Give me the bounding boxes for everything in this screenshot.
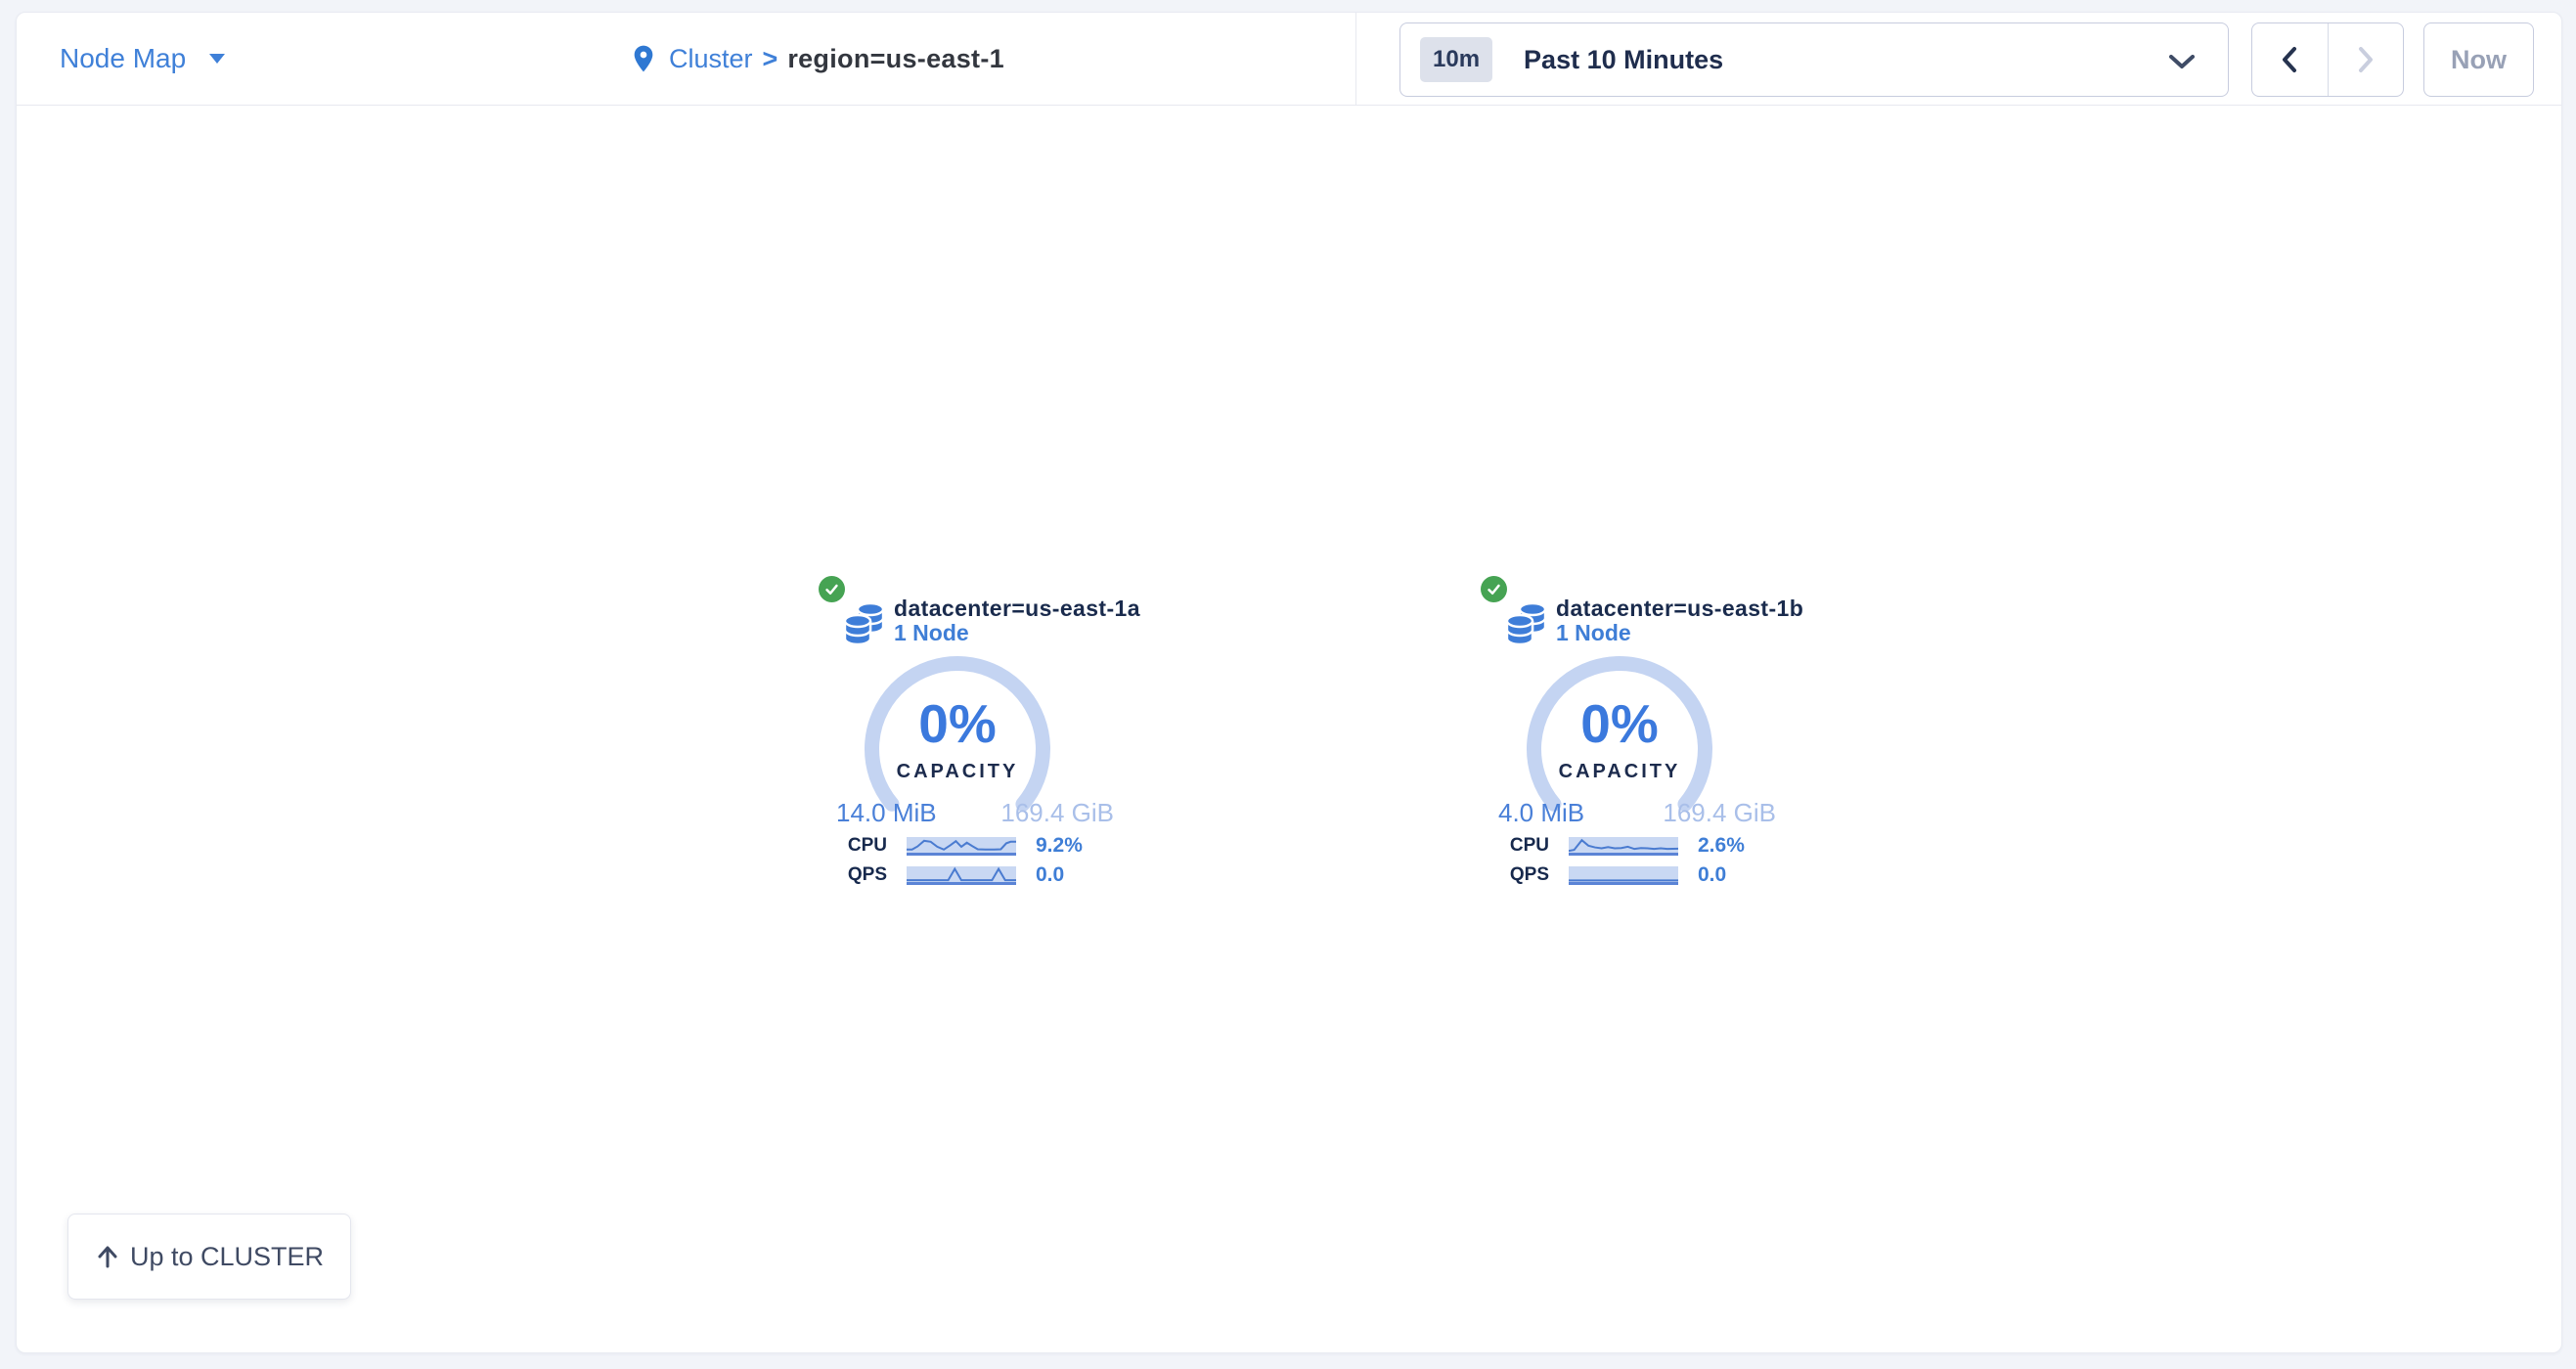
cpu-label: CPU xyxy=(819,835,887,857)
qps-sparkline xyxy=(1569,866,1678,885)
view-mode-label: Node Map xyxy=(60,43,186,74)
arrow-up-icon xyxy=(95,1244,120,1269)
locality-title: datacenter=us-east-1b xyxy=(1556,596,1803,622)
header-divider xyxy=(1355,13,1356,105)
qps-metric-row: QPS 0.0 xyxy=(1481,864,1726,886)
cpu-label: CPU xyxy=(1481,835,1549,857)
cpu-sparkline xyxy=(907,837,1016,856)
healthy-check-icon xyxy=(819,576,845,602)
breadcrumb-cluster-link[interactable]: Cluster xyxy=(669,44,753,74)
capacity-used: 4.0 MiB xyxy=(1498,798,1584,828)
time-step-buttons xyxy=(2251,22,2404,97)
capacity-total: 169.4 GiB xyxy=(1663,798,1776,828)
time-range-label: Past 10 Minutes xyxy=(1524,45,1723,75)
capacity-values: 14.0 MiB 169.4 GiB xyxy=(836,798,1114,828)
locality-node-count: 1 Node xyxy=(894,620,969,646)
chevron-down-icon xyxy=(2169,55,2195,74)
locality-title: datacenter=us-east-1a xyxy=(894,596,1140,622)
database-stack-icon xyxy=(840,597,887,651)
qps-label: QPS xyxy=(1481,864,1549,886)
cpu-sparkline xyxy=(1569,837,1678,856)
capacity-caption: CAPACITY xyxy=(1522,761,1717,783)
breadcrumb-separator: > xyxy=(763,44,778,74)
qps-value: 0.0 xyxy=(1698,863,1726,887)
cpu-value: 2.6% xyxy=(1698,834,1745,858)
cpu-metric-row: CPU 9.2% xyxy=(819,835,1083,857)
up-to-cluster-label: Up to CLUSTER xyxy=(130,1242,324,1272)
breadcrumb-current: region=us-east-1 xyxy=(787,44,1004,74)
capacity-percent: 0% xyxy=(860,692,1055,755)
breadcrumb: Cluster > region=us-east-1 xyxy=(628,13,1004,105)
database-stack-icon xyxy=(1502,597,1549,651)
capacity-total: 169.4 GiB xyxy=(1000,798,1114,828)
header-bottom-border xyxy=(17,105,2561,106)
locality-card-us-east-1b[interactable]: datacenter=us-east-1b 1 Node 0% CAPACITY… xyxy=(1481,575,1852,907)
capacity-values: 4.0 MiB 169.4 GiB xyxy=(1498,798,1776,828)
qps-label: QPS xyxy=(819,864,887,886)
locality-node-count: 1 Node xyxy=(1556,620,1631,646)
map-pin-icon xyxy=(628,43,659,74)
capacity-percent: 0% xyxy=(1522,692,1717,755)
time-back-button[interactable] xyxy=(2252,23,2329,96)
header-bar: Node Map Cluster > region=us-east-1 10m … xyxy=(17,13,2561,105)
time-forward-button[interactable] xyxy=(2329,23,2404,96)
cpu-metric-row: CPU 2.6% xyxy=(1481,835,1745,857)
up-to-cluster-button[interactable]: Up to CLUSTER xyxy=(67,1214,351,1300)
time-range-dropdown[interactable]: 10m Past 10 Minutes xyxy=(1399,22,2229,97)
qps-metric-row: QPS 0.0 xyxy=(819,864,1064,886)
time-range-badge: 10m xyxy=(1420,37,1492,82)
locality-card-us-east-1a[interactable]: datacenter=us-east-1a 1 Node 0% CAPACITY… xyxy=(819,575,1190,907)
healthy-check-icon xyxy=(1481,576,1507,602)
chevron-left-icon xyxy=(2279,45,2300,74)
now-button[interactable]: Now xyxy=(2423,22,2534,97)
chevron-right-icon xyxy=(2355,45,2376,74)
cpu-value: 9.2% xyxy=(1036,834,1083,858)
qps-sparkline xyxy=(907,866,1016,885)
capacity-used: 14.0 MiB xyxy=(836,798,937,828)
caret-down-icon xyxy=(209,54,225,64)
view-mode-selector[interactable]: Node Map xyxy=(60,13,225,105)
node-map-panel: Node Map Cluster > region=us-east-1 10m … xyxy=(16,12,2562,1353)
capacity-caption: CAPACITY xyxy=(860,761,1055,783)
qps-value: 0.0 xyxy=(1036,863,1064,887)
